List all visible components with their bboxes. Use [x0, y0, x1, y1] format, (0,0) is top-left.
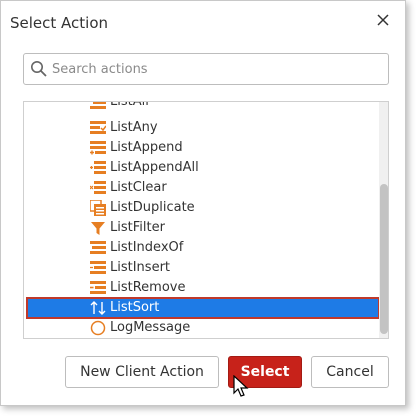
- list-item[interactable]: ListInsert: [24, 258, 376, 278]
- list-item[interactable]: ListIndexOf: [24, 238, 376, 258]
- list-item[interactable]: LogMessage: [24, 318, 376, 338]
- list-item[interactable]: ListAppendAll: [24, 158, 376, 178]
- search-input[interactable]: [52, 59, 382, 79]
- actions-list[interactable]: ListAll ListAny ListAppend ListAppendAll: [23, 101, 389, 339]
- list-icon: [90, 161, 106, 174]
- list-icon: [90, 121, 106, 134]
- list-icon: [90, 102, 106, 109]
- close-button[interactable]: [372, 9, 394, 31]
- list-icon: [90, 241, 106, 254]
- select-action-dialog: Select Action ListAll ListAny: [0, 0, 406, 406]
- list-item[interactable]: ListAny: [24, 118, 376, 138]
- scrollbar-thumb[interactable]: [380, 184, 388, 334]
- filter-icon: [91, 222, 105, 235]
- close-icon: [377, 14, 389, 26]
- list-icon: [90, 261, 106, 274]
- new-client-action-button[interactable]: New Client Action: [65, 356, 219, 388]
- list-item[interactable]: ListClear: [24, 178, 376, 198]
- list-item[interactable]: ListDuplicate: [24, 198, 376, 218]
- list-item[interactable]: ListRemove: [24, 278, 376, 298]
- list-item[interactable]: ListAll: [24, 102, 376, 112]
- circle-icon: [90, 320, 106, 336]
- list-icon: [90, 281, 106, 294]
- list-item[interactable]: ListAppend: [24, 138, 376, 158]
- list-duplicate-icon: [90, 200, 106, 216]
- list-icon: [90, 181, 106, 194]
- dialog-title: Select Action: [10, 14, 109, 32]
- list-item[interactable]: ListFilter: [24, 218, 376, 238]
- list-item-selected[interactable]: ListSort: [26, 297, 380, 319]
- search-box[interactable]: [23, 53, 389, 85]
- mouse-cursor-icon: [233, 375, 249, 397]
- sort-icon: [90, 301, 106, 315]
- cancel-button[interactable]: Cancel: [311, 356, 389, 388]
- list-icon: [90, 141, 106, 155]
- search-icon: [31, 61, 47, 77]
